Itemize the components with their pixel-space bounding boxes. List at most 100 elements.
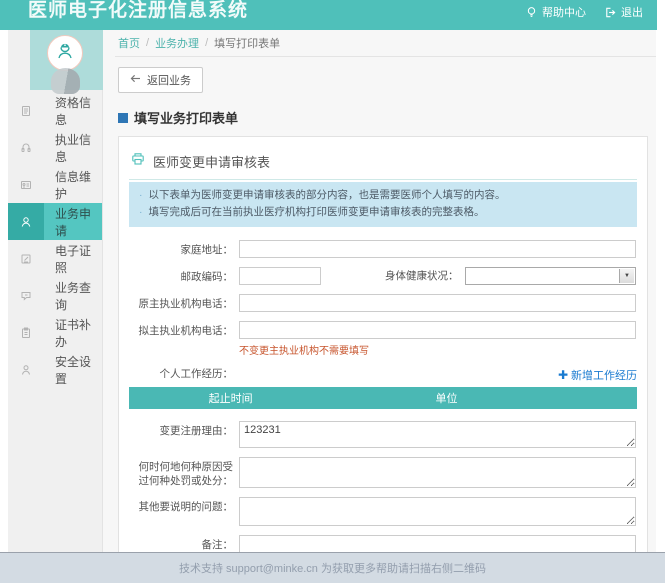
other-issues-label: 其他要说明的问题： [129,497,233,514]
printer-icon [131,152,145,171]
left-gutter [0,30,8,583]
sidebar-item-practice[interactable]: 执业信息 [8,129,102,166]
other-issues-textarea[interactable] [239,497,636,526]
back-to-business-button[interactable]: 返回业务 [118,67,203,93]
app-window: 医师电子化注册信息系统 帮助中心 退出 [0,0,665,583]
form-card: 医师变更申请审核表 · 以下表单为医师变更申请审核表的部分内容，也是需要医师个人… [118,136,648,583]
back-button-label: 返回业务 [147,72,191,88]
change-reason-textarea[interactable]: 123231 [239,421,636,448]
page-title: 填写业务打印表单 [118,108,656,127]
column-header-period: 起止时间 [129,390,332,406]
sidebar-menu: 资格信息 执业信息 信息维护 [8,92,102,388]
top-header-bar: 医师电子化注册信息系统 帮助中心 退出 [0,0,657,30]
avatar[interactable] [47,35,83,71]
bullet-icon: · [139,187,143,204]
query-icon [8,277,44,314]
notice-line: · 填写完成后可在当前执业医疗机构打印医师变更申请审核表的完整表格。 [139,204,627,221]
sidebar-item-business-query[interactable]: 业务查询 [8,277,102,314]
breadcrumb-business[interactable]: 业务办理 [155,35,199,51]
sidebar-item-certificate-reissue[interactable]: 证书补办 [8,314,102,351]
help-center-link[interactable]: 帮助中心 [525,4,586,20]
old-org-phone-row: 原主执业机构电话： [129,294,637,312]
bullet-icon: · [139,204,143,221]
sidebar-item-qualification[interactable]: 资格信息 [8,92,102,129]
breadcrumb-home[interactable]: 首页 [118,35,140,51]
sidebar: 资格信息 执业信息 信息维护 [8,30,103,583]
sidebar-item-label: 证书补办 [44,314,102,351]
postal-health-row: 邮政编码： 身体健康状况： ▼ [129,267,637,285]
work-history-label: 个人工作经历： [129,366,233,381]
help-center-label: 帮助中心 [542,4,586,20]
sidebar-item-business-apply[interactable]: 业务申请 [8,203,102,240]
health-status-label: 身体健康状况： [385,268,459,283]
notice-line: · 以下表单为医师变更申请审核表的部分内容，也是需要医师个人填写的内容。 [139,187,627,204]
sidebar-item-e-license[interactable]: 电子证照 [8,240,102,277]
right-gutter [656,30,665,583]
sidebar-item-label: 电子证照 [44,240,102,277]
new-org-phone-note: 不变更主执业机构不需要填写 [239,342,637,357]
notice-text: 以下表单为医师变更申请审核表的部分内容，也是需要医师个人填写的内容。 [149,187,506,204]
sidebar-item-label: 资格信息 [44,92,102,129]
sidebar-item-label: 安全设置 [44,351,102,388]
punishment-textarea[interactable] [239,457,636,488]
work-history-row: 个人工作经历： ✚ 新增工作经历 [129,366,637,383]
breadcrumb: 首页 / 业务办理 / 填写打印表单 [115,30,656,57]
remark-row: 备注： [129,535,637,553]
sidebar-item-label: 执业信息 [44,129,102,166]
page-footer: 技术支持 support@minke.cn 为获取更多帮助请扫描右侧二维码 [0,552,665,583]
postal-code-label: 邮政编码： [129,267,233,284]
add-work-history-link[interactable]: ✚ 新增工作经历 [558,367,637,383]
home-address-input[interactable] [239,240,636,258]
remark-label: 备注： [129,535,233,552]
doctor-avatar-icon [53,39,77,68]
app-title: 医师电子化注册信息系统 [28,0,248,22]
sidebar-item-label: 业务申请 [44,203,102,240]
postal-code-input[interactable] [239,267,321,285]
person-icon [8,203,44,240]
punishment-row: 何时何地何种原因受过何种处罚或处分： [129,457,637,488]
new-org-phone-row: 拟主执业机构电话： [129,321,637,339]
footer-support-text: 技术支持 support@minke.cn 为获取更多帮助请扫描右侧二维码 [179,560,486,576]
old-org-phone-input[interactable] [239,294,636,312]
new-org-phone-label: 拟主执业机构电话： [129,321,233,338]
clipboard-icon [8,314,44,351]
back-arrow-icon [130,74,141,86]
document-icon [8,92,44,129]
notice-text: 填写完成后可在当前执业医疗机构打印医师变更申请审核表的完整表格。 [149,204,485,221]
main-area: 资格信息 执业信息 信息维护 [0,30,665,583]
security-icon [8,351,44,388]
health-status-select[interactable]: ▼ [465,267,637,285]
license-icon [8,240,44,277]
section-marker [118,113,128,123]
page-title-text: 填写业务打印表单 [134,108,238,127]
dropdown-arrow-icon[interactable]: ▼ [619,269,634,283]
sidebar-item-label: 信息维护 [44,166,102,203]
sidebar-item-security[interactable]: 安全设置 [8,351,102,388]
column-header-unit: 单位 [332,390,561,406]
form-title: 医师变更申请审核表 [153,152,270,171]
home-address-label: 家庭地址： [129,240,233,257]
breadcrumb-current: 填写打印表单 [214,35,280,51]
other-issues-row: 其他要说明的问题： [129,497,637,526]
home-address-row: 家庭地址： [129,240,637,258]
remark-input[interactable] [239,535,636,553]
punishment-label: 何时何地何种原因受过何种处罚或处分： [129,457,233,488]
work-history-table: 起止时间 单位 [129,387,637,409]
sidebar-item-info-maintenance[interactable]: 信息维护 [8,166,102,203]
change-reason-label: 变更注册理由： [129,421,233,438]
new-org-phone-input[interactable] [239,321,636,339]
old-org-phone-label: 原主执业机构电话： [129,294,233,311]
practice-icon [8,129,44,166]
help-bulb-icon [525,6,538,19]
logout-link[interactable]: 退出 [604,4,643,20]
work-history-table-header: 起止时间 单位 [129,387,637,409]
form-card-header: 医师变更申请审核表 [129,147,637,180]
breadcrumb-separator: / [146,37,149,49]
change-application-form: 家庭地址： 邮政编码： 身体健康状况： ▼ [129,227,637,583]
logout-icon [604,6,617,19]
logout-label: 退出 [621,4,643,20]
sidebar-item-label: 业务查询 [44,277,102,314]
id-card-icon [8,166,44,203]
avatar-block [30,30,103,90]
notice-box: · 以下表单为医师变更申请审核表的部分内容，也是需要医师个人填写的内容。 · 填… [129,182,637,227]
